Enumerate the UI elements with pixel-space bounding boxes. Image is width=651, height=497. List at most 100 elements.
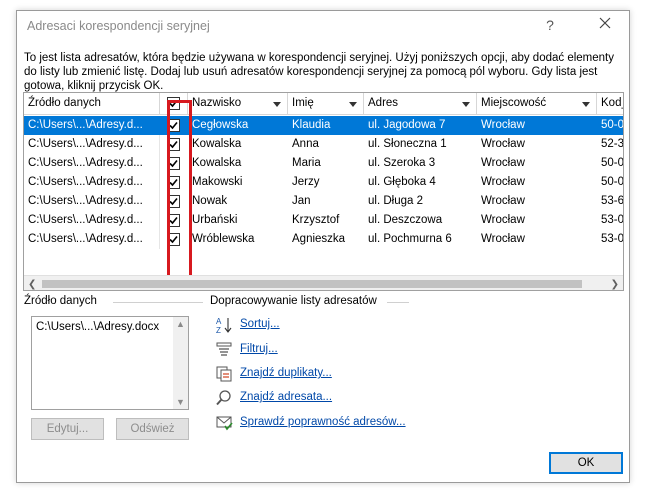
cell-nazwisko: Nowak [192, 195, 228, 207]
scroll-left-icon[interactable]: ❮ [28, 279, 36, 290]
cell-miejscowosc: Wrocław [481, 138, 525, 150]
table-row[interactable]: C:\Users\...\Adresy.d... Kowalska Maria ul.… [24, 154, 623, 173]
cell-source: C:\Users\...\Adresy.d... [24, 211, 160, 230]
recipient-checkbox[interactable] [167, 233, 180, 246]
cell-kod: 50-00 [601, 176, 624, 188]
ok-button[interactable]: OK [549, 452, 623, 474]
column-header-kod[interactable]: Kod_p [597, 93, 623, 115]
cell-nazwisko: Urbański [192, 214, 238, 226]
divider [113, 302, 203, 303]
horizontal-scrollbar[interactable]: ❮ ❯ [24, 275, 623, 290]
cell-source: C:\Users\...\Adresy.d... [24, 192, 160, 211]
mail-merge-recipients-dialog: Adresaci korespondencji seryjnej ? To je… [16, 10, 630, 483]
refresh-button[interactable]: Odśwież [116, 418, 189, 440]
refine-section-label: Dopracowywanie listy adresatów [210, 295, 377, 307]
select-all-checkbox[interactable] [167, 97, 180, 110]
cell-nazwisko: Cegłowska [192, 119, 249, 131]
grid-header: Źródło danych Nazwisko Imię Adres Miejsc… [24, 93, 623, 115]
find-duplicates-action[interactable]: Znajdź duplikaty... [215, 365, 375, 383]
cell-imie: Jan [292, 195, 311, 207]
table-row[interactable]: C:\Users\...\Adresy.d... Makowski Jerzy ul.… [24, 173, 623, 192]
cell-adres: ul. Słoneczna 1 [368, 138, 447, 150]
cell-nazwisko: Makowski [192, 176, 243, 188]
divider [387, 302, 409, 303]
sort-link[interactable]: Sortuj... [240, 318, 280, 330]
cell-imie: Klaudia [292, 119, 331, 131]
cell-adres: ul. Pochmurna 6 [368, 233, 452, 245]
sort-action[interactable]: AZ Sortuj... [215, 316, 335, 335]
cell-imie: Agnieszka [292, 233, 346, 245]
cell-imie: Jerzy [292, 176, 320, 188]
scroll-up-icon[interactable]: ▲ [176, 319, 185, 329]
svg-text:Z: Z [216, 326, 221, 334]
duplicates-icon [215, 365, 233, 383]
scroll-down-icon[interactable]: ▼ [176, 397, 185, 407]
scroll-right-icon[interactable]: ❯ [611, 279, 619, 290]
filter-icon [215, 341, 233, 359]
source-section-label: Źródło danych [24, 295, 97, 307]
cell-source: C:\Users\...\Adresy.d... [28, 119, 143, 131]
recipient-checkbox[interactable] [167, 195, 180, 208]
recipients-grid[interactable]: Źródło danych Nazwisko Imię Adres Miejsc… [23, 92, 624, 291]
table-row[interactable]: C:\Users\...\Adresy.d... Cegłowska Klaudia… [24, 116, 623, 135]
recipient-checkbox[interactable] [167, 119, 180, 132]
cell-source: C:\Users\...\Adresy.d... [24, 135, 160, 154]
cell-adres: ul. Długa 2 [368, 195, 423, 207]
dialog-title: Adresaci korespondencji seryjnej [27, 19, 210, 33]
dialog-description: To jest lista adresatów, która będzie uż… [24, 52, 614, 92]
recipient-checkbox[interactable] [167, 176, 180, 189]
sort-arrow-icon [273, 102, 281, 107]
cell-imie: Anna [292, 138, 319, 150]
column-header-adres[interactable]: Adres [364, 93, 477, 115]
recipient-checkbox[interactable] [167, 138, 180, 151]
cell-adres: ul. Jagodowa 7 [368, 119, 446, 131]
filter-action[interactable]: Filtruj... [215, 341, 335, 359]
table-row[interactable]: C:\Users\...\Adresy.d... Kowalska Anna ul. … [24, 135, 623, 154]
close-icon[interactable] [597, 15, 613, 31]
cell-source: C:\Users\...\Adresy.d... [24, 230, 160, 249]
column-header-source[interactable]: Źródło danych [24, 93, 160, 115]
filter-link[interactable]: Filtruj... [240, 343, 278, 355]
cell-kod: 50-00 [601, 157, 624, 169]
cell-adres: ul. Głęboka 4 [368, 176, 436, 188]
cell-adres: ul. Szeroka 3 [368, 157, 436, 169]
column-header-nazwisko[interactable]: Nazwisko [188, 93, 288, 115]
cell-kod: 50-00 [601, 119, 624, 131]
cell-nazwisko: Kowalska [192, 157, 242, 169]
recipient-checkbox[interactable] [167, 157, 180, 170]
cell-kod: 52-33 [601, 138, 624, 150]
cell-miejscowosc: Wrocław [481, 176, 525, 188]
cell-source: C:\Users\...\Adresy.d... [24, 154, 160, 173]
find-recipient-icon [215, 389, 233, 407]
cell-imie: Krzysztof [292, 214, 340, 226]
sort-arrow-icon [349, 102, 357, 107]
find-duplicates-link[interactable]: Znajdź duplikaty... [240, 367, 332, 379]
source-list-item[interactable]: C:\Users\...\Adresy.docx [36, 321, 159, 333]
table-row[interactable]: C:\Users\...\Adresy.d... Urbański Krzyszto… [24, 211, 623, 230]
sort-icon: AZ [215, 316, 233, 335]
find-recipient-link[interactable]: Znajdź adresata... [240, 391, 332, 403]
validate-addresses-action[interactable]: Sprawdź poprawność adresów... [215, 414, 425, 432]
cell-miejscowosc: Wrocław [481, 214, 525, 226]
svg-text:A: A [216, 317, 222, 326]
table-row[interactable]: C:\Users\...\Adresy.d... Wróblewska Agnies… [24, 230, 623, 249]
cell-imie: Maria [292, 157, 321, 169]
column-header-checkbox[interactable] [160, 93, 188, 115]
scrollbar-thumb[interactable] [42, 280, 582, 288]
recipient-checkbox[interactable] [167, 214, 180, 227]
source-list[interactable]: C:\Users\...\Adresy.docx ▲ ▼ [31, 316, 189, 410]
cell-kod: 53-65 [601, 195, 624, 207]
help-button[interactable]: ? [543, 17, 557, 33]
cell-miejscowosc: Wrocław [481, 157, 525, 169]
vertical-scrollbar[interactable]: ▲ ▼ [173, 317, 188, 409]
find-recipient-action[interactable]: Znajdź adresata... [215, 389, 375, 407]
column-header-miejscowosc[interactable]: Miejscowość [477, 93, 597, 115]
validate-addresses-link[interactable]: Sprawdź poprawność adresów... [240, 416, 406, 428]
column-header-imie[interactable]: Imię [288, 93, 364, 115]
cell-miejscowosc: Wrocław [481, 119, 525, 131]
sort-arrow-icon [462, 102, 470, 107]
table-row[interactable]: C:\Users\...\Adresy.d... Nowak Jan ul. Dług… [24, 192, 623, 211]
title-bar: Adresaci korespondencji seryjnej ? [17, 11, 629, 41]
edit-button[interactable]: Edytuj... [31, 418, 104, 440]
cell-nazwisko: Wróblewska [192, 233, 255, 245]
